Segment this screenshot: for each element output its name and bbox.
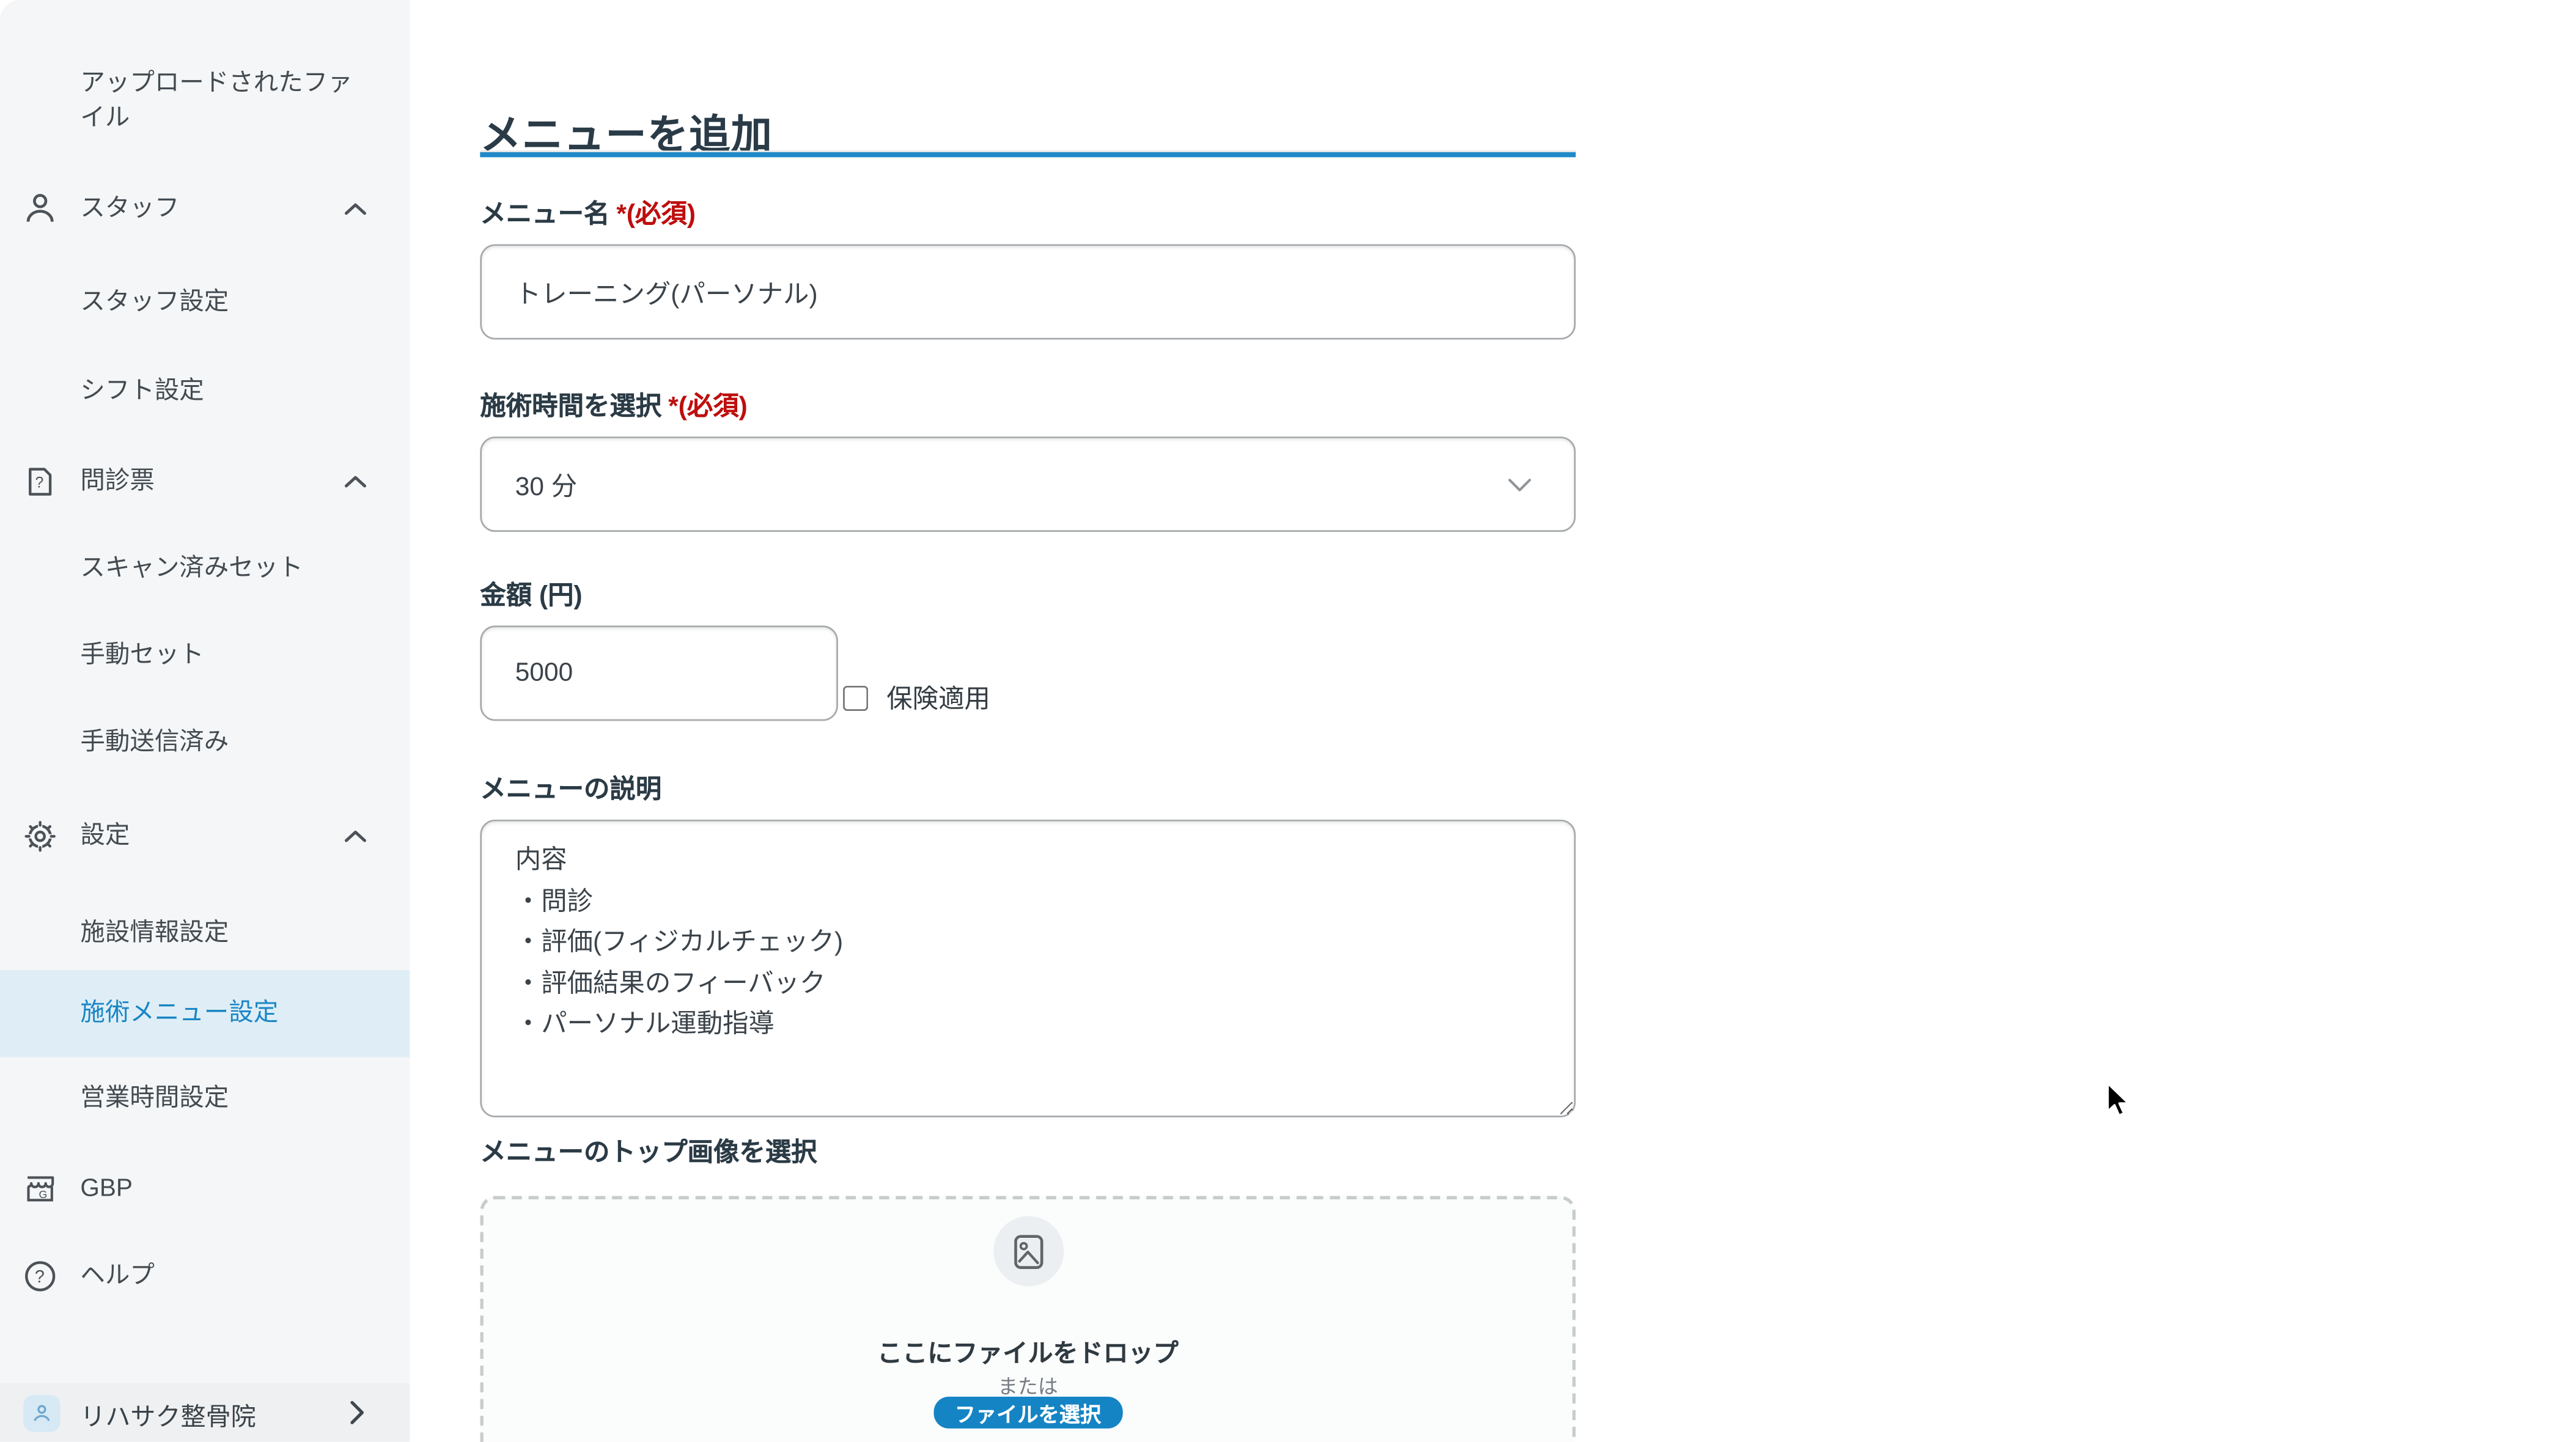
clinic-switcher[interactable]: リハサク整骨院 [0, 1383, 410, 1442]
price-input[interactable] [480, 625, 838, 721]
description-textarea[interactable]: 内容 ・問診 ・評価(フィジカルチェック) ・評価結果のフィーバック ・パーソナ… [480, 820, 1575, 1117]
sidebar-item-label: 営業時間設定 [80, 1081, 353, 1116]
sidebar-item-manual-sent[interactable]: 手動送信済み [0, 699, 410, 786]
sidebar-item-label: アップロードされたファイル [80, 67, 353, 137]
sidebar-item-label: 手動セット [80, 638, 353, 673]
chevron-up-icon [345, 475, 367, 488]
sidebar-item-uploaded-files[interactable]: アップロードされたファイル [0, 50, 410, 154]
clinic-name: リハサク整骨院 [80, 1399, 256, 1433]
choose-file-button[interactable]: ファイルを選択 [933, 1397, 1123, 1429]
questionnaire-file-icon: ? [23, 465, 57, 499]
sidebar-item-facility-info-settings[interactable]: 施設情報設定 [0, 890, 410, 977]
sidebar-item-treatment-menu-settings[interactable]: 施術メニュー設定 [0, 970, 410, 1057]
sidebar-item-label: スタッフ設定 [80, 285, 353, 320]
chevron-down-icon [1507, 477, 1532, 492]
duration-select-value: 30 分 [515, 466, 577, 502]
duration-label: 施術時間を選択*(必須) [480, 386, 747, 423]
insurance-checkbox-label: 保険適用 [886, 679, 990, 716]
title-divider [480, 152, 1575, 157]
sidebar-item-label: 手動送信済み [80, 725, 353, 760]
sidebar-item-scanned-set[interactable]: スキャン済みセット [0, 525, 410, 612]
sidebar-item-staff-settings[interactable]: スタッフ設定 [0, 259, 410, 346]
app-screen: アップロードされたファイル スタッフ スタッフ設定 シフト設定 ? 問診票 [0, 0, 2576, 1442]
chevron-up-icon [345, 202, 367, 216]
sidebar-item-manual-set[interactable]: 手動セット [0, 612, 410, 699]
sidebar-item-label: 問診票 [80, 464, 353, 499]
svg-text:G: G [39, 1188, 47, 1201]
sidebar: アップロードされたファイル スタッフ スタッフ設定 シフト設定 ? 問診票 [0, 0, 410, 1442]
sidebar-item-business-hours-settings[interactable]: 営業時間設定 [0, 1056, 410, 1142]
person-icon [23, 193, 57, 226]
sidebar-item-staff[interactable]: スタッフ [0, 166, 410, 252]
sidebar-item-label: スキャン済みセット [80, 551, 353, 586]
svg-text:?: ? [35, 1267, 45, 1287]
storefront-icon: G [23, 1172, 57, 1206]
duration-select[interactable]: 30 分 [480, 436, 1575, 532]
image-dropzone[interactable]: ここにファイルをドロップ または ファイルを選択 PNG または JPG (最大… [480, 1196, 1575, 1441]
sidebar-item-label: ヘルプ [80, 1259, 353, 1293]
image-placeholder-circle [993, 1216, 1063, 1286]
image-label: メニューのトップ画像を選択 [480, 1133, 817, 1169]
sidebar-item-label: スタッフ [80, 191, 353, 226]
sidebar-item-gbp[interactable]: G GBP [0, 1146, 410, 1232]
help-icon: ? [23, 1259, 57, 1293]
app-viewport: アップロードされたファイル スタッフ スタッフ設定 シフト設定 ? 問診票 [0, 0, 2576, 1442]
sidebar-item-label: 設定 [80, 818, 353, 853]
insurance-check-row: 保険適用 [843, 672, 990, 723]
insurance-checkbox[interactable] [843, 685, 868, 710]
sidebar-item-settings[interactable]: 設定 [0, 793, 410, 880]
menu-name-input[interactable] [480, 245, 1575, 340]
svg-text:?: ? [35, 475, 43, 491]
sidebar-item-help[interactable]: ? ヘルプ [0, 1233, 410, 1320]
sidebar-item-label: 施設情報設定 [80, 916, 353, 951]
main-content: メニューを追加 メニュー名*(必須) 施術時間を選択*(必須) 30 分 金額 … [410, 0, 2576, 1442]
image-icon [1013, 1234, 1043, 1268]
required-badge: *(必須) [668, 393, 748, 422]
description-label: メニューの説明 [480, 770, 661, 806]
sidebar-item-questionnaire[interactable]: ? 問診票 [0, 438, 410, 525]
chevron-right-icon [350, 1400, 365, 1425]
sidebar-item-label: GBP [80, 1172, 353, 1207]
gear-icon [23, 820, 57, 853]
sidebar-item-label: 施術メニュー設定 [80, 996, 353, 1031]
menu-name-label: メニュー名*(必須) [480, 194, 696, 230]
drop-here-text: ここにファイルをドロップ [484, 1335, 1572, 1370]
sidebar-item-label: シフト設定 [80, 374, 353, 409]
chevron-up-icon [345, 830, 367, 843]
or-text: または [484, 1372, 1572, 1400]
required-badge: *(必須) [616, 200, 696, 229]
clinic-avatar-icon [23, 1395, 60, 1432]
price-label: 金額 (円) [480, 575, 582, 612]
sidebar-item-shift-settings[interactable]: シフト設定 [0, 348, 410, 435]
